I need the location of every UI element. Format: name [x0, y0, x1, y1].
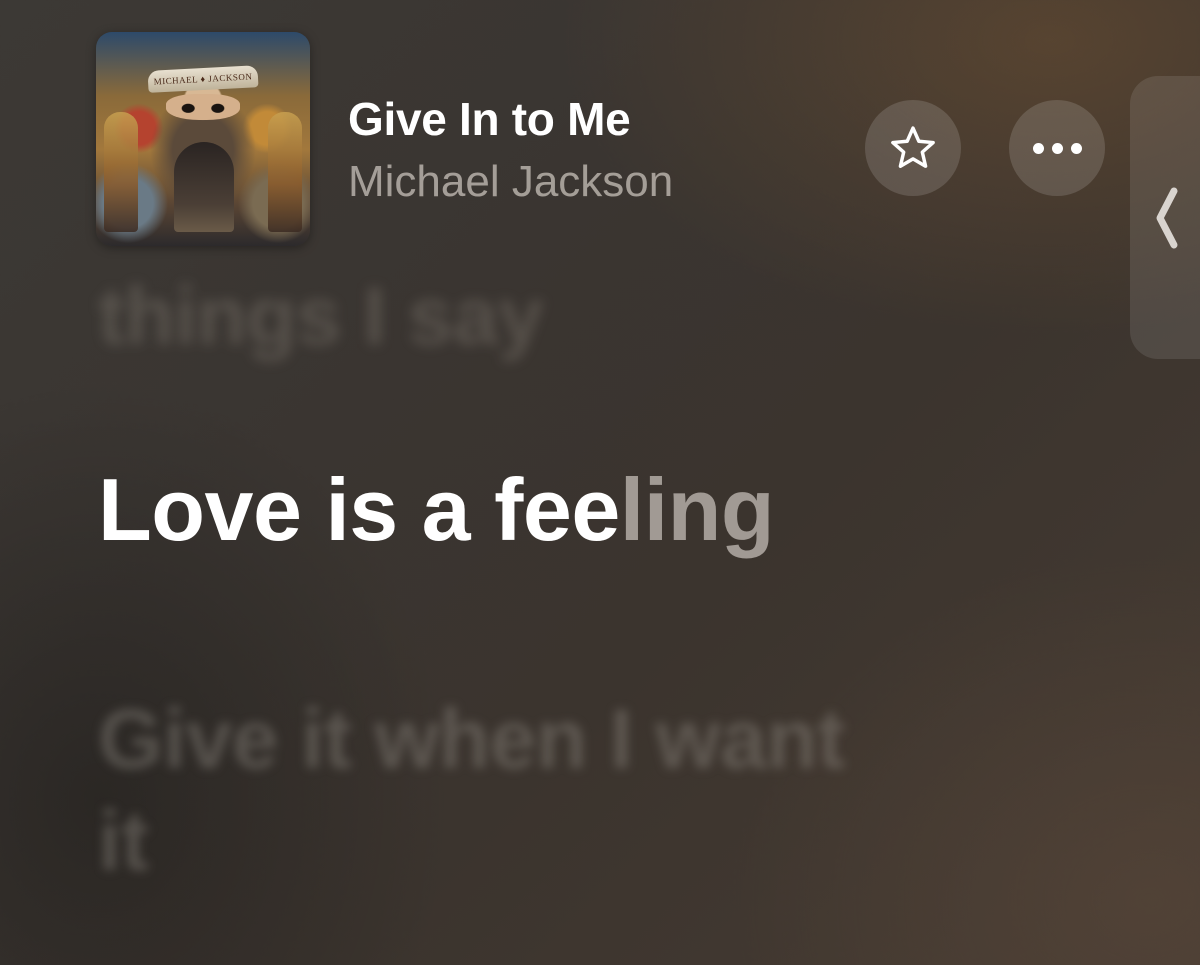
album-art-detail — [104, 112, 138, 232]
chevron-left-icon — [1156, 187, 1178, 248]
artist-name[interactable]: Michael Jackson — [348, 157, 673, 207]
lyric-sung-portion: Love is a fee — [98, 460, 620, 559]
favorite-button[interactable] — [865, 100, 961, 196]
lyric-line-previous[interactable]: things I say — [98, 270, 544, 364]
more-options-button[interactable] — [1009, 100, 1105, 196]
star-outline-icon — [891, 126, 935, 168]
album-art-detail — [268, 112, 302, 232]
album-artwork[interactable]: MICHAEL ♦ JACKSON — [96, 32, 310, 246]
lyric-line-next[interactable]: Give it when I want it — [98, 688, 858, 893]
side-panel-handle[interactable] — [1130, 76, 1200, 359]
lyric-line-current[interactable]: Love is a feeling — [98, 460, 775, 559]
album-art-banner: MICHAEL ♦ JACKSON — [147, 65, 259, 93]
ellipsis-icon — [1032, 142, 1082, 154]
album-art-detail — [166, 94, 240, 120]
song-title: Give In to Me — [348, 93, 631, 145]
album-art-detail — [174, 142, 234, 232]
lyric-unsung-portion: ling — [619, 460, 775, 559]
